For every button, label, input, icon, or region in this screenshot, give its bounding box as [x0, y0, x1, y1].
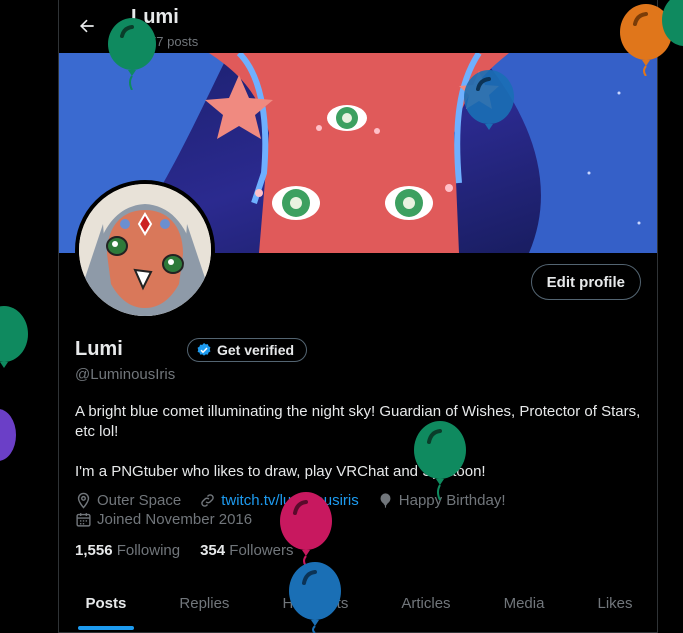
- bio-line: I'm a PNGtuber who likes to draw, play V…: [75, 463, 486, 480]
- joined-text: Joined November 2016: [97, 511, 253, 528]
- tab-posts[interactable]: Posts: [59, 575, 153, 632]
- tab-articles[interactable]: Articles: [375, 575, 477, 632]
- balloon-icon: [414, 421, 466, 500]
- display-name: Lumi: [75, 338, 123, 360]
- tab-replies[interactable]: Replies: [153, 575, 256, 632]
- balloon-icon: [662, 0, 683, 46]
- tab-likes[interactable]: Likes: [571, 575, 657, 632]
- balloon-icon: [108, 18, 156, 90]
- following-count: 1,556: [75, 542, 113, 559]
- tab-media[interactable]: Media: [477, 575, 571, 632]
- bio-line: A bright blue comet illuminating the nig…: [75, 403, 641, 440]
- edit-profile-button[interactable]: Edit profile: [530, 264, 641, 300]
- profile-column: Lumi 1,977 posts Edit profile Lumi Get v…: [58, 0, 658, 633]
- verified-badge-icon: [197, 343, 211, 356]
- get-verified-button[interactable]: Get verified: [187, 338, 308, 362]
- joined-date: Joined November 2016: [75, 511, 252, 528]
- location: Outer Space: [75, 492, 181, 509]
- avatar[interactable]: [75, 180, 215, 320]
- balloon-icon: [0, 409, 16, 461]
- balloon-icon: [0, 306, 28, 368]
- location-text: Outer Space: [97, 492, 182, 509]
- location-icon: [77, 492, 90, 509]
- balloon-icon: [380, 493, 391, 508]
- get-verified-label: Get verified: [217, 342, 295, 358]
- back-button[interactable]: [71, 10, 103, 42]
- following-link[interactable]: 1,556 Following: [75, 542, 180, 559]
- back-arrow-icon: [80, 19, 94, 33]
- profile-tabs: Posts Replies Highlights Articles Media …: [59, 575, 657, 633]
- following-label: Following: [116, 542, 181, 559]
- follow-stats: 1,556 Following 354 Followers: [75, 542, 293, 559]
- bio: A bright blue comet illuminating the nig…: [75, 402, 645, 482]
- user-handle: @LuminousIris: [75, 366, 176, 383]
- calendar-icon: [76, 513, 91, 527]
- joined-row: Joined November 2016: [75, 511, 264, 528]
- balloon-icon: [289, 562, 341, 633]
- balloon-icon: [280, 492, 332, 566]
- link-icon: [201, 494, 214, 507]
- balloon-icon: [464, 70, 514, 130]
- followers-count: 354: [200, 542, 226, 559]
